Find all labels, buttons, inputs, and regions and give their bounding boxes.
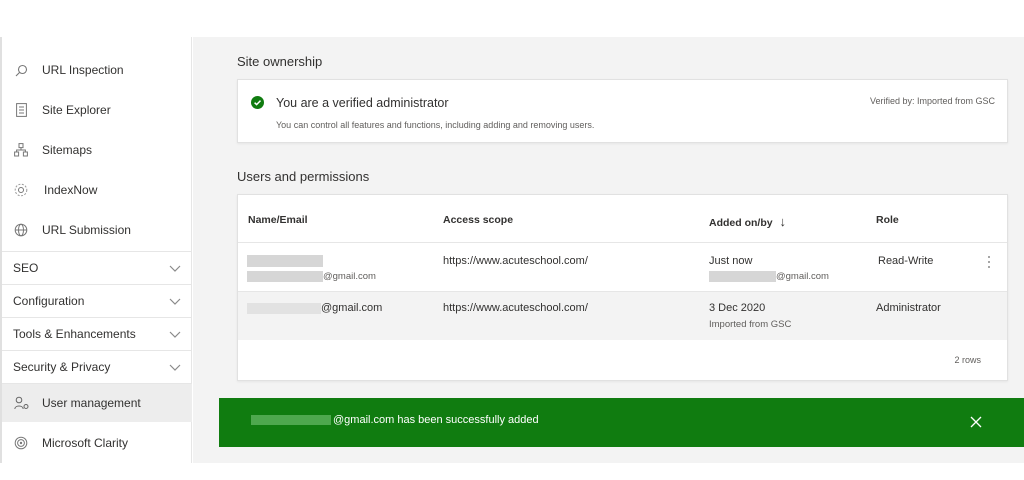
sidebar-item-label: User management	[42, 396, 141, 410]
users-permissions-heading: Users and permissions	[237, 169, 370, 184]
table-row[interactable]: @gmail.com https://www.acuteschool.com/ …	[238, 242, 1007, 291]
column-header-access-scope[interactable]: Access scope	[443, 214, 513, 226]
toast-message-text: @gmail.com has been successfully added	[333, 414, 539, 426]
sidebar-group-tools-enhancements[interactable]: Tools & Enhancements	[2, 317, 192, 350]
redacted-email	[709, 271, 776, 282]
chevron-down-icon	[169, 298, 181, 305]
sidebar-group-label: Security & Privacy	[13, 360, 111, 374]
document-list-icon	[13, 102, 29, 118]
sidebar: URL Inspection Site Explorer Sitemaps In…	[0, 37, 192, 463]
verified-status-title: You are a verified administrator	[276, 96, 449, 110]
sort-descending-icon: ↓	[779, 214, 787, 229]
check-circle-icon	[251, 96, 264, 109]
redacted-email	[251, 415, 331, 425]
added-by: Imported from GSC	[709, 319, 792, 330]
user-email: @gmail.com	[247, 302, 382, 314]
email-domain: @gmail.com	[776, 271, 829, 282]
clarity-icon	[13, 435, 29, 451]
redacted-email	[247, 302, 321, 314]
verified-by-text: Verified by: Imported from GSC	[869, 96, 995, 106]
sidebar-item-url-inspection[interactable]: URL Inspection	[2, 50, 192, 90]
sidebar-group-seo[interactable]: SEO	[2, 251, 192, 284]
verified-status-description: You can control all features and functio…	[276, 120, 595, 130]
redacted-email	[247, 271, 323, 282]
redacted-name	[247, 255, 323, 267]
added-on: Just now	[709, 255, 753, 267]
search-icon	[13, 62, 29, 78]
toast-message: @gmail.com has been successfully added	[251, 414, 539, 426]
sidebar-group-configuration[interactable]: Configuration	[2, 284, 192, 317]
indexnow-icon	[13, 182, 29, 198]
column-header-name-email[interactable]: Name/Email	[248, 214, 308, 226]
chevron-down-icon	[169, 364, 181, 371]
more-options-icon[interactable]	[987, 255, 991, 269]
user-role: Read-Write	[878, 255, 934, 267]
sidebar-item-site-explorer[interactable]: Site Explorer	[2, 90, 192, 130]
sitemap-icon	[13, 142, 29, 158]
user-role: Administrator	[876, 302, 941, 314]
sidebar-item-label: Microsoft Clarity	[42, 436, 129, 450]
sidebar-item-label: Sitemaps	[42, 143, 93, 157]
sidebar-item-url-submission[interactable]: URL Submission	[2, 210, 192, 250]
ownership-card: You are a verified administrator You can…	[237, 79, 1008, 143]
chevron-down-icon	[169, 265, 181, 272]
added-by: @gmail.com	[709, 271, 829, 282]
row-count: 2 rows	[954, 355, 981, 365]
sidebar-item-label: URL Inspection	[42, 63, 124, 77]
globe-icon	[13, 222, 29, 238]
user-settings-icon	[13, 395, 29, 411]
sidebar-item-indexnow[interactable]: IndexNow	[2, 170, 192, 210]
site-ownership-heading: Site ownership	[237, 54, 323, 69]
users-table: Name/Email Access scope Added on/by ↓ Ro…	[237, 194, 1008, 381]
sidebar-item-label: URL Submission	[42, 223, 131, 237]
column-header-label: Added on/by	[709, 217, 773, 229]
sidebar-group-label: SEO	[13, 261, 39, 275]
sidebar-item-sitemaps[interactable]: Sitemaps	[2, 130, 192, 170]
email-domain: @gmail.com	[323, 271, 376, 282]
chevron-down-icon	[169, 331, 181, 338]
column-header-role[interactable]: Role	[876, 214, 899, 226]
sidebar-group-label: Tools & Enhancements	[13, 327, 136, 341]
access-scope: https://www.acuteschool.com/	[443, 255, 588, 267]
table-row[interactable]: @gmail.com https://www.acuteschool.com/ …	[238, 291, 1007, 340]
added-on: 3 Dec 2020	[709, 302, 766, 314]
close-icon[interactable]	[970, 416, 982, 428]
access-scope: https://www.acuteschool.com/	[443, 302, 588, 314]
column-header-added-on-by[interactable]: Added on/by ↓	[709, 214, 786, 229]
sidebar-group-label: Configuration	[13, 294, 85, 308]
user-email: @gmail.com	[247, 271, 376, 282]
sidebar-item-user-management[interactable]: User management	[2, 383, 192, 422]
sidebar-group-security-privacy[interactable]: Security & Privacy	[2, 350, 192, 383]
sidebar-item-label: Site Explorer	[42, 103, 111, 117]
sidebar-item-microsoft-clarity[interactable]: Microsoft Clarity	[2, 423, 192, 463]
sidebar-item-label: IndexNow	[44, 183, 98, 197]
success-toast: @gmail.com has been successfully added	[219, 398, 1024, 447]
email-domain: @gmail.com	[321, 302, 383, 314]
